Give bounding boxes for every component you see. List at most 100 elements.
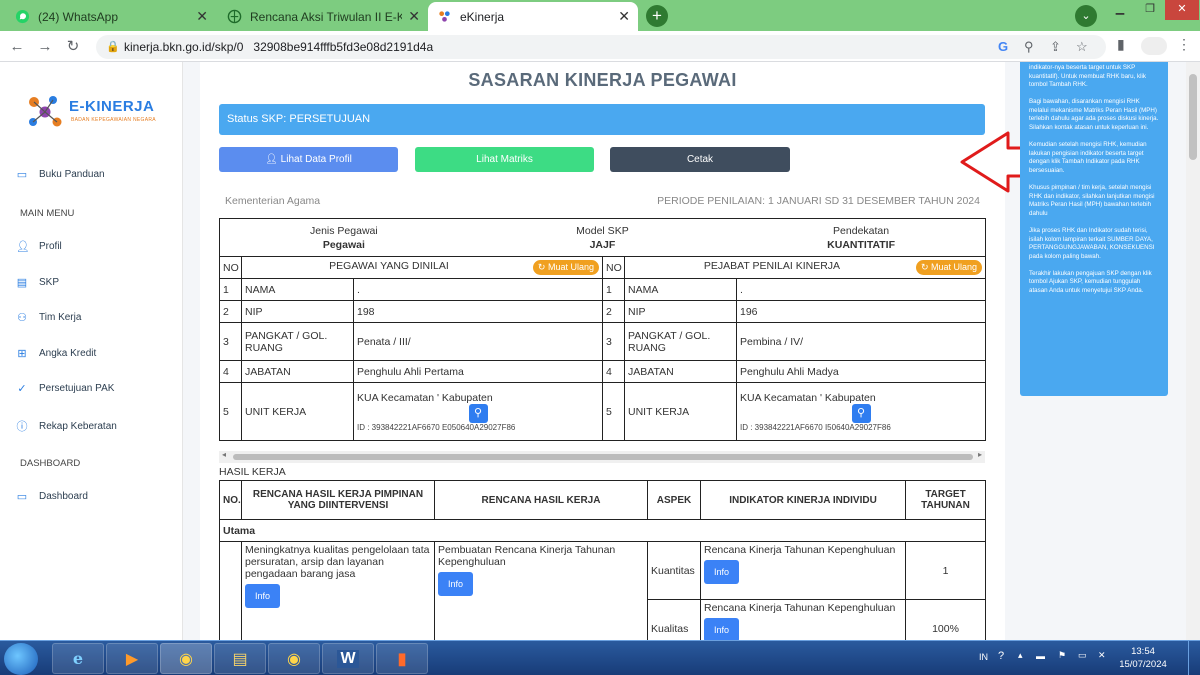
user-icon: 👤︎ [265,154,281,165]
sidebar-item-persetujuan-pak[interactable]: ✓ Persetujuan PAK [16,382,114,395]
sidebar-item-angka-kredit[interactable]: ⊞ Angka Kredit [16,347,96,360]
avatar[interactable] [1141,37,1167,55]
helper-paragraph: Bagi bawahan, disarankan mengisi RHK mel… [1029,98,1159,132]
document-icon: ▤ [16,277,28,289]
minimize-icon[interactable]: ▁ [1105,0,1135,20]
info-button[interactable]: Info [704,618,740,640]
chrome-icon[interactable]: ◉ [160,643,212,674]
word-icon[interactable]: W [322,643,374,674]
tab-label: eKinerja [460,9,505,24]
lihat-data-profil-button[interactable]: 👤︎ Lihat Data Profil [219,147,398,172]
tab-label: (24) WhatsApp [38,9,119,24]
search-unit-button[interactable]: ⚲ [851,403,871,423]
close-icon[interactable]: ✕ [408,8,420,25]
menu-kebab-icon[interactable]: ⋮ [1177,36,1191,53]
column-header: RENCANA HASIL KERJA PIMPINAN YANG DIINTE… [241,480,435,520]
flag-icon[interactable]: ⚑ [1058,650,1066,661]
tab-whatsapp[interactable]: (24) WhatsApp ✕ [6,2,216,31]
close-icon[interactable]: ✕ [196,8,208,25]
model-skp: Model SKP JAJF [576,224,629,252]
sidebar-item-tim-kerja[interactable]: ⚇ Tim Kerja [16,311,81,324]
share-icon[interactable]: ⇪ [1050,39,1061,55]
row-no: 5 [219,382,242,441]
jenis-pegawai-label: Jenis Pegawai [310,224,378,237]
zoom-icon[interactable]: ⚲ [1024,39,1034,55]
address-bar[interactable]: 🔒 kinerja.bkn.go.id/skp/0 32908be914fffb… [96,35,1106,59]
show-desktop-button[interactable] [1188,641,1200,675]
scroll-left-icon[interactable]: ◂ [222,450,226,459]
close-icon[interactable]: ✕ [618,8,630,25]
lihat-matriks-button[interactable]: Lihat Matriks [415,147,594,172]
row-no: 3 [219,322,242,361]
maximize-icon[interactable]: ❐ [1135,0,1165,20]
info-button[interactable]: Info [438,572,474,596]
rhk-pimpinan-text: Meningkatnya kualitas pengelolaan tata p… [245,544,430,580]
tab-rencana-aksi[interactable]: Rencana Aksi Triwulan II E-Kinerja ✕ [218,2,428,31]
sidebar-item-buku-panduan[interactable]: ▭ Buku Panduan [16,168,105,181]
hasil-kerja-heading: HASIL KERJA [219,466,286,478]
scrollbar-thumb[interactable] [1189,74,1197,160]
sidebar-item-label: Profil [39,241,62,252]
horizontal-scrollbar[interactable]: ◂ ▸ [219,450,985,463]
search-unit-button[interactable]: ⚲ [468,403,488,423]
row-no: 1 [219,541,242,640]
scrollbar-thumb[interactable] [233,454,973,460]
sidebar-item-rekap-keberatan[interactable]: ⓘ Rekap Keberatan [16,418,117,434]
close-window-icon[interactable]: ✕ [1165,0,1199,20]
rhk-pimpinan-cell: Meningkatnya kualitas pengelolaan tata p… [241,541,435,640]
network-icon[interactable]: ▬ [1036,651,1045,661]
back-icon[interactable]: ← [6,36,28,58]
ekinerja-logo[interactable]: E-KINERJA BADAN KEPEGAWAIAN NEGARA [25,92,160,132]
pejabat-nip: 196 [735,300,987,323]
tab-search-icon[interactable]: ⌄ [1075,5,1097,27]
helper-paragraph: Terakhir lakukan pengajuan SKP dengan kl… [1029,269,1152,294]
pegawai-jabatan: Penghulu Ahli Pertama [353,360,603,383]
clock-time: 13:54 [1131,646,1155,657]
system-clock[interactable]: 13:54 15/07/2024 [1118,645,1168,671]
row-label: PANGKAT / GOL. RUANG [241,322,354,361]
url-text: kinerja.bkn.go.id/skp/0 32908be914fffb5f… [124,40,434,54]
monitor-icon: ▭ [16,491,28,503]
file-explorer-icon[interactable]: ▤ [214,643,266,674]
sidebar-item-profil[interactable]: 👤︎ Profil [16,240,62,253]
tab-ekinerja[interactable]: eKinerja ✕ [428,2,638,31]
media-player-icon[interactable]: ▶ [106,643,158,674]
chrome-icon[interactable]: ◉ [268,643,320,674]
row-label: UNIT KERJA [241,382,354,441]
volume-muted-icon[interactable]: ✕ [1098,650,1106,661]
sidebar-item-dashboard[interactable]: ▭ Dashboard [16,490,88,503]
reload-icon[interactable]: ↻ [62,36,84,58]
info-button[interactable]: Info [704,560,740,584]
row-label: PANGKAT / GOL. RUANG [624,322,737,361]
hasil-kerja-table: NO. RENCANA HASIL KERJA PIMPINAN YANG DI… [219,480,986,640]
unit-kerja-id: ID : 393842221AF6670 E050640A29027F86 [357,422,516,432]
help-icon[interactable]: ? [998,650,1004,662]
vertical-scrollbar[interactable] [1186,62,1200,640]
internet-explorer-icon[interactable]: e [52,643,104,674]
pejabat-pangkat: Pembina / IV/ [735,322,987,361]
tray-arrow-icon[interactable]: ▴ [1018,650,1023,661]
pegawai-unit-kerja: KUA Kecamatan ' Kabupaten ⚲ ID : 393842221… [353,382,603,441]
info-button[interactable]: Info [245,584,281,608]
language-indicator[interactable]: IN [979,652,988,662]
cetak-button[interactable]: Cetak [610,147,790,172]
button-label: Muat Ulang [547,262,594,272]
sidebar-item-skp[interactable]: ▤ SKP [16,276,59,289]
office-icon[interactable]: ▮ [376,643,428,674]
google-icon[interactable]: G [998,39,1008,54]
battery-icon[interactable]: ▭ [1078,650,1087,661]
scroll-right-icon[interactable]: ▸ [978,450,982,459]
bookmark-star-icon[interactable]: ☆ [1076,39,1088,55]
indikator-cell: Rencana Kinerja Tahunan Kepenghuluan Info [700,599,906,640]
windows-start-icon[interactable] [4,643,38,675]
forward-icon[interactable]: → [34,36,56,58]
brand-name: E-KINERJA [69,98,155,115]
helper-paragraph: Kemudian setelah mengisi RHK, kemudian l… [1029,141,1147,174]
lock-icon: 🔒 [106,41,120,53]
muat-ulang-button[interactable]: ↻ Muat Ulang [915,260,983,275]
new-tab-button[interactable]: + [646,5,668,27]
row-no: 2 [602,300,625,323]
side-panel-icon[interactable]: ▮ [1117,36,1125,53]
pendekatan: Pendekatan KUANTITATIF [827,224,895,252]
muat-ulang-button[interactable]: ↻ Muat Ulang [532,260,599,275]
